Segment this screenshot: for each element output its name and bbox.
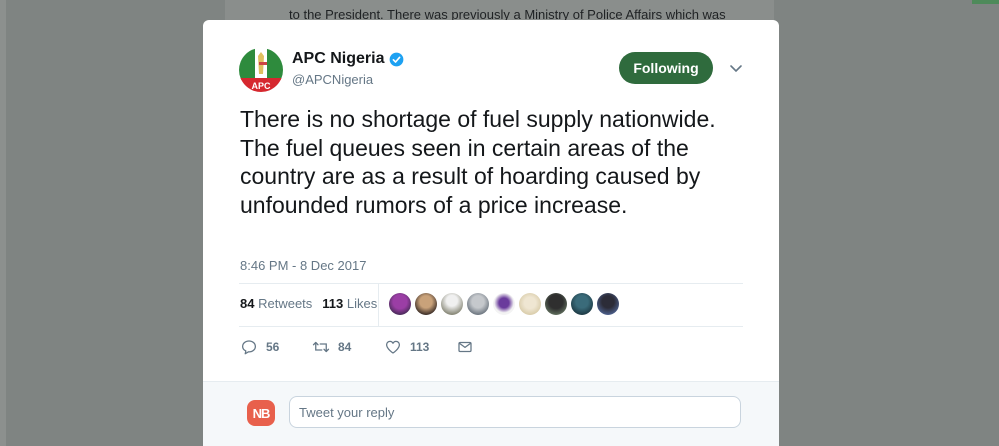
tweet-modal: APC APC Nigeria @APCNigeria Following Th…: [203, 20, 779, 446]
tweet-text: There is no shortage of fuel supply nati…: [240, 106, 716, 218]
liker-avatar[interactable]: [441, 293, 463, 315]
author-handle[interactable]: @APCNigeria: [292, 72, 373, 87]
retweet-icon: [312, 341, 330, 353]
liker-avatar[interactable]: [415, 293, 437, 315]
retweet-count: 84: [338, 340, 352, 354]
divider: [239, 283, 743, 284]
liker-avatar[interactable]: [545, 293, 567, 315]
like-count: 113: [410, 340, 430, 354]
liker-avatar[interactable]: [571, 293, 593, 315]
author-name-text: APC Nigeria: [292, 50, 385, 67]
liker-avatar[interactable]: [597, 293, 619, 315]
retweets-label: Retweets: [258, 296, 313, 311]
avatar-label: APC: [251, 81, 271, 91]
chevron-down-icon[interactable]: [729, 64, 743, 74]
liker-avatar[interactable]: [389, 293, 411, 315]
like-icon: [385, 340, 401, 354]
retweets-stat[interactable]: 84 Retweets: [240, 296, 312, 311]
author-name[interactable]: APC Nigeria: [292, 50, 404, 68]
reply-input[interactable]: [289, 396, 741, 428]
reply-composer: NB: [203, 381, 779, 446]
reply-icon: [241, 340, 257, 355]
divider: [239, 326, 743, 327]
viewer-avatar[interactable]: NB: [247, 400, 275, 426]
liker-avatar[interactable]: [493, 293, 515, 315]
direct-message-icon: [458, 341, 472, 353]
reply-count: 56: [266, 340, 280, 354]
tweet-actions: 56 84 113: [240, 338, 482, 356]
background-article: to the President. There was previously a…: [225, 0, 774, 20]
following-button[interactable]: Following: [619, 52, 713, 84]
tweet-timestamp[interactable]: 8:46 PM - 8 Dec 2017: [240, 258, 366, 273]
liker-avatar[interactable]: [519, 293, 541, 315]
likes-count: 113: [322, 296, 344, 311]
likes-label: Likes: [346, 296, 378, 311]
likers-avatars: [389, 293, 619, 315]
reply-action[interactable]: 56: [240, 338, 312, 356]
retweets-count: 84: [240, 296, 255, 311]
background-edge: [0, 0, 6, 446]
direct-message-action[interactable]: [456, 338, 482, 356]
background-article-text: to the President. There was previously a…: [289, 7, 726, 20]
retweet-action[interactable]: 84: [312, 338, 384, 356]
engagement-stats: 84 Retweets 113 Likes: [240, 296, 377, 311]
author-avatar[interactable]: APC: [239, 48, 283, 92]
stats-separator: [378, 284, 379, 326]
like-action[interactable]: 113: [384, 338, 456, 356]
background-accent: [972, 0, 999, 4]
verified-badge-icon: [390, 52, 404, 66]
liker-avatar[interactable]: [467, 293, 489, 315]
likes-stat[interactable]: 113 Likes: [322, 296, 377, 311]
